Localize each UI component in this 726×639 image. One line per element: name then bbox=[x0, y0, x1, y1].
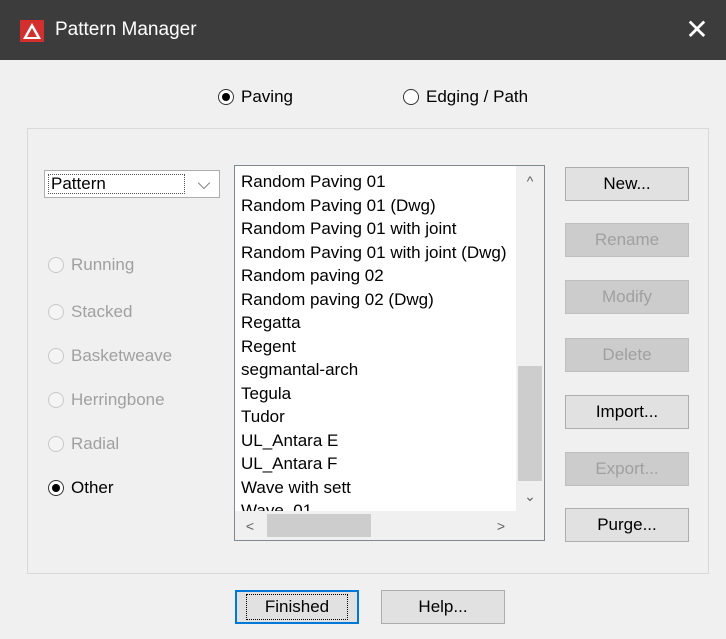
radio-edging-path[interactable]: Edging / Path bbox=[403, 87, 528, 107]
dropdown-value: Pattern bbox=[48, 174, 185, 194]
title-bar: Pattern Manager ✕ bbox=[0, 0, 726, 60]
list-item[interactable]: segmantal-arch bbox=[241, 358, 511, 382]
list-item[interactable]: Random paving 02 bbox=[241, 264, 511, 288]
scroll-right-icon[interactable]: > bbox=[488, 511, 514, 540]
list-item[interactable]: UL_Antara E bbox=[241, 429, 511, 453]
modify-button[interactable]: Modify bbox=[565, 280, 689, 314]
scrollbar-corner bbox=[516, 511, 544, 540]
radio-indicator bbox=[218, 89, 234, 105]
list-item[interactable]: Wave with sett bbox=[241, 476, 511, 500]
button-label: Finished bbox=[245, 594, 349, 620]
radio-other[interactable]: Other bbox=[48, 478, 114, 498]
window-title: Pattern Manager bbox=[55, 19, 197, 40]
rename-button[interactable]: Rename bbox=[565, 223, 689, 257]
radio-herringbone[interactable]: Herringbone bbox=[48, 390, 165, 410]
radio-label: Radial bbox=[71, 434, 120, 453]
scroll-down-icon[interactable]: ⌄ bbox=[516, 483, 544, 509]
pattern-list: Random Paving 01 Random Paving 01 (Dwg) … bbox=[241, 170, 511, 523]
radio-paving[interactable]: Paving bbox=[218, 87, 293, 107]
list-item[interactable]: Random Paving 01 (Dwg) bbox=[241, 194, 511, 218]
radio-label: Paving bbox=[241, 87, 293, 106]
button-label: Help... bbox=[418, 597, 468, 616]
new-button[interactable]: New... bbox=[565, 167, 689, 201]
vertical-scrollbar[interactable]: ^ ⌄ bbox=[516, 166, 544, 511]
scroll-up-icon[interactable]: ^ bbox=[516, 168, 544, 194]
list-item[interactable]: Random paving 02 (Dwg) bbox=[241, 288, 511, 312]
radio-indicator bbox=[48, 480, 64, 496]
radio-running[interactable]: Running bbox=[48, 255, 134, 275]
radio-radial[interactable]: Radial bbox=[48, 434, 119, 454]
scroll-thumb-vertical[interactable] bbox=[518, 366, 542, 481]
radio-indicator bbox=[48, 257, 64, 273]
horizontal-scrollbar[interactable]: < > bbox=[235, 511, 516, 540]
pattern-listbox[interactable]: Random Paving 01 Random Paving 01 (Dwg) … bbox=[234, 165, 545, 541]
radio-indicator bbox=[48, 304, 64, 320]
radio-indicator bbox=[48, 392, 64, 408]
button-label: New... bbox=[603, 174, 651, 193]
purge-button[interactable]: Purge... bbox=[565, 508, 689, 542]
radio-label: Other bbox=[71, 478, 114, 497]
list-item[interactable]: Regent bbox=[241, 335, 511, 359]
list-item[interactable]: Regatta bbox=[241, 311, 511, 335]
export-button[interactable]: Export... bbox=[565, 452, 689, 486]
radio-label: Herringbone bbox=[71, 390, 165, 409]
list-item[interactable]: Random Paving 01 with joint bbox=[241, 217, 511, 241]
button-label: Rename bbox=[594, 230, 660, 249]
radio-indicator bbox=[48, 348, 64, 364]
radio-label: Running bbox=[71, 255, 135, 274]
list-item[interactable]: Tegula bbox=[241, 382, 511, 406]
scroll-thumb-horizontal[interactable] bbox=[267, 514, 371, 537]
button-label: Export... bbox=[595, 459, 659, 478]
list-item[interactable]: UL_Antara F bbox=[241, 452, 511, 476]
close-icon: ✕ bbox=[685, 13, 709, 45]
app-logo-icon bbox=[20, 20, 44, 42]
list-item[interactable]: Tudor bbox=[241, 405, 511, 429]
close-button[interactable]: ✕ bbox=[680, 12, 714, 46]
radio-basketweave[interactable]: Basketweave bbox=[48, 346, 172, 366]
list-item[interactable]: Random Paving 01 with joint (Dwg) bbox=[241, 241, 511, 265]
button-label: Import... bbox=[595, 402, 659, 421]
button-label: Purge... bbox=[597, 515, 657, 534]
button-label: Delete bbox=[602, 345, 652, 364]
delete-button[interactable]: Delete bbox=[565, 338, 689, 372]
radio-label: Stacked bbox=[71, 302, 133, 321]
radio-indicator bbox=[48, 436, 64, 452]
radio-label: Basketweave bbox=[71, 346, 173, 365]
radio-label: Edging / Path bbox=[426, 87, 529, 106]
import-button[interactable]: Import... bbox=[565, 395, 689, 429]
scroll-left-icon[interactable]: < bbox=[237, 511, 263, 540]
pattern-type-dropdown[interactable]: Pattern ⌵ bbox=[44, 170, 220, 198]
list-item[interactable]: Random Paving 01 bbox=[241, 170, 511, 194]
button-label: Modify bbox=[601, 287, 653, 306]
finished-button[interactable]: Finished bbox=[235, 590, 359, 624]
radio-stacked[interactable]: Stacked bbox=[48, 302, 132, 322]
help-button[interactable]: Help... bbox=[381, 590, 505, 624]
chevron-down-icon[interactable]: ⌵ bbox=[189, 171, 219, 197]
radio-indicator bbox=[403, 89, 419, 105]
